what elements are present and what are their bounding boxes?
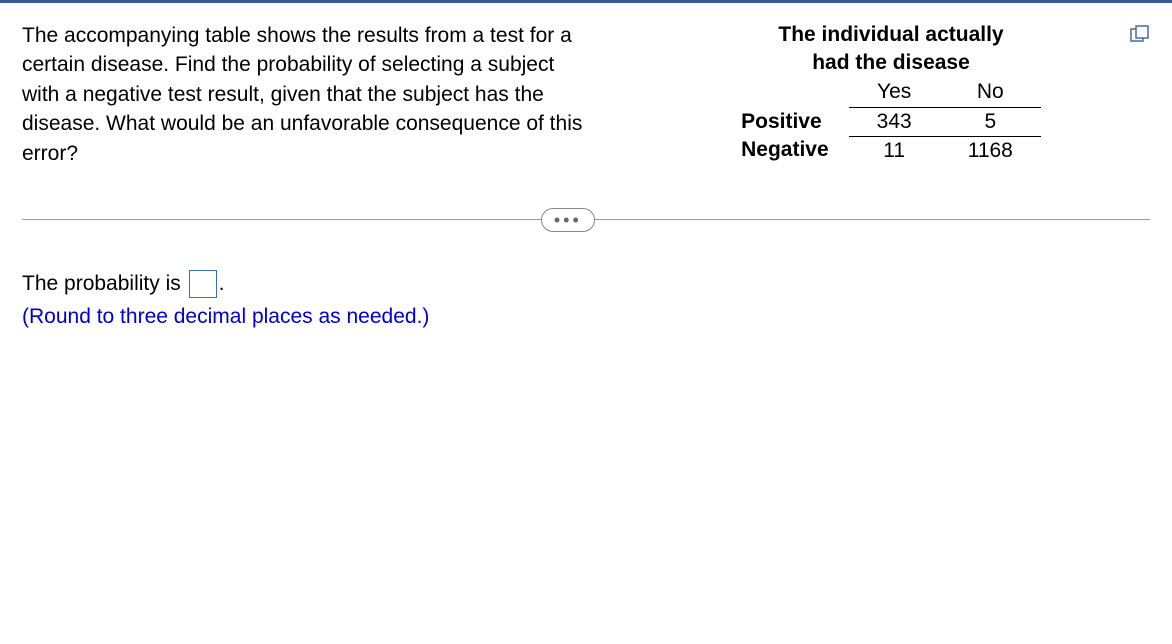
row-positive-label: Positive xyxy=(741,107,849,136)
table-title-line1: The individual actually xyxy=(778,23,1003,46)
table-title: The individual actually had the disease xyxy=(632,21,1150,78)
answer-prefix: The probability is xyxy=(22,272,187,295)
content-wrapper: The accompanying table shows the results… xyxy=(0,3,1172,333)
probability-input[interactable] xyxy=(189,270,217,298)
header-yes: Yes xyxy=(849,80,940,108)
cell-negative-no: 1168 xyxy=(940,136,1041,165)
table-section: The individual actually had the disease … xyxy=(632,21,1150,165)
table-header-row: Yes No xyxy=(741,80,1041,108)
top-section: The accompanying table shows the results… xyxy=(22,21,1150,168)
answer-line: The probability is . xyxy=(22,268,1150,301)
expand-pill[interactable]: ••• xyxy=(541,208,595,232)
header-empty xyxy=(741,80,849,108)
answer-section: The probability is . (Round to three dec… xyxy=(22,268,1150,333)
cell-positive-yes: 343 xyxy=(849,107,940,136)
answer-suffix: . xyxy=(219,272,225,295)
row-positive: Positive 343 5 xyxy=(741,107,1041,136)
data-table: Yes No Positive 343 5 Negative 11 1168 xyxy=(741,80,1041,165)
copy-icon[interactable] xyxy=(1130,25,1150,43)
header-no: No xyxy=(940,80,1041,108)
cell-negative-yes: 11 xyxy=(849,136,940,165)
row-negative-label: Negative xyxy=(741,136,849,165)
table-title-line2: had the disease xyxy=(812,51,970,74)
cell-positive-no: 5 xyxy=(940,107,1041,136)
question-text: The accompanying table shows the results… xyxy=(22,21,592,168)
rounding-hint: (Round to three decimal places as needed… xyxy=(22,301,1150,334)
row-negative: Negative 11 1168 xyxy=(741,136,1041,165)
section-divider: ••• xyxy=(22,210,1150,230)
